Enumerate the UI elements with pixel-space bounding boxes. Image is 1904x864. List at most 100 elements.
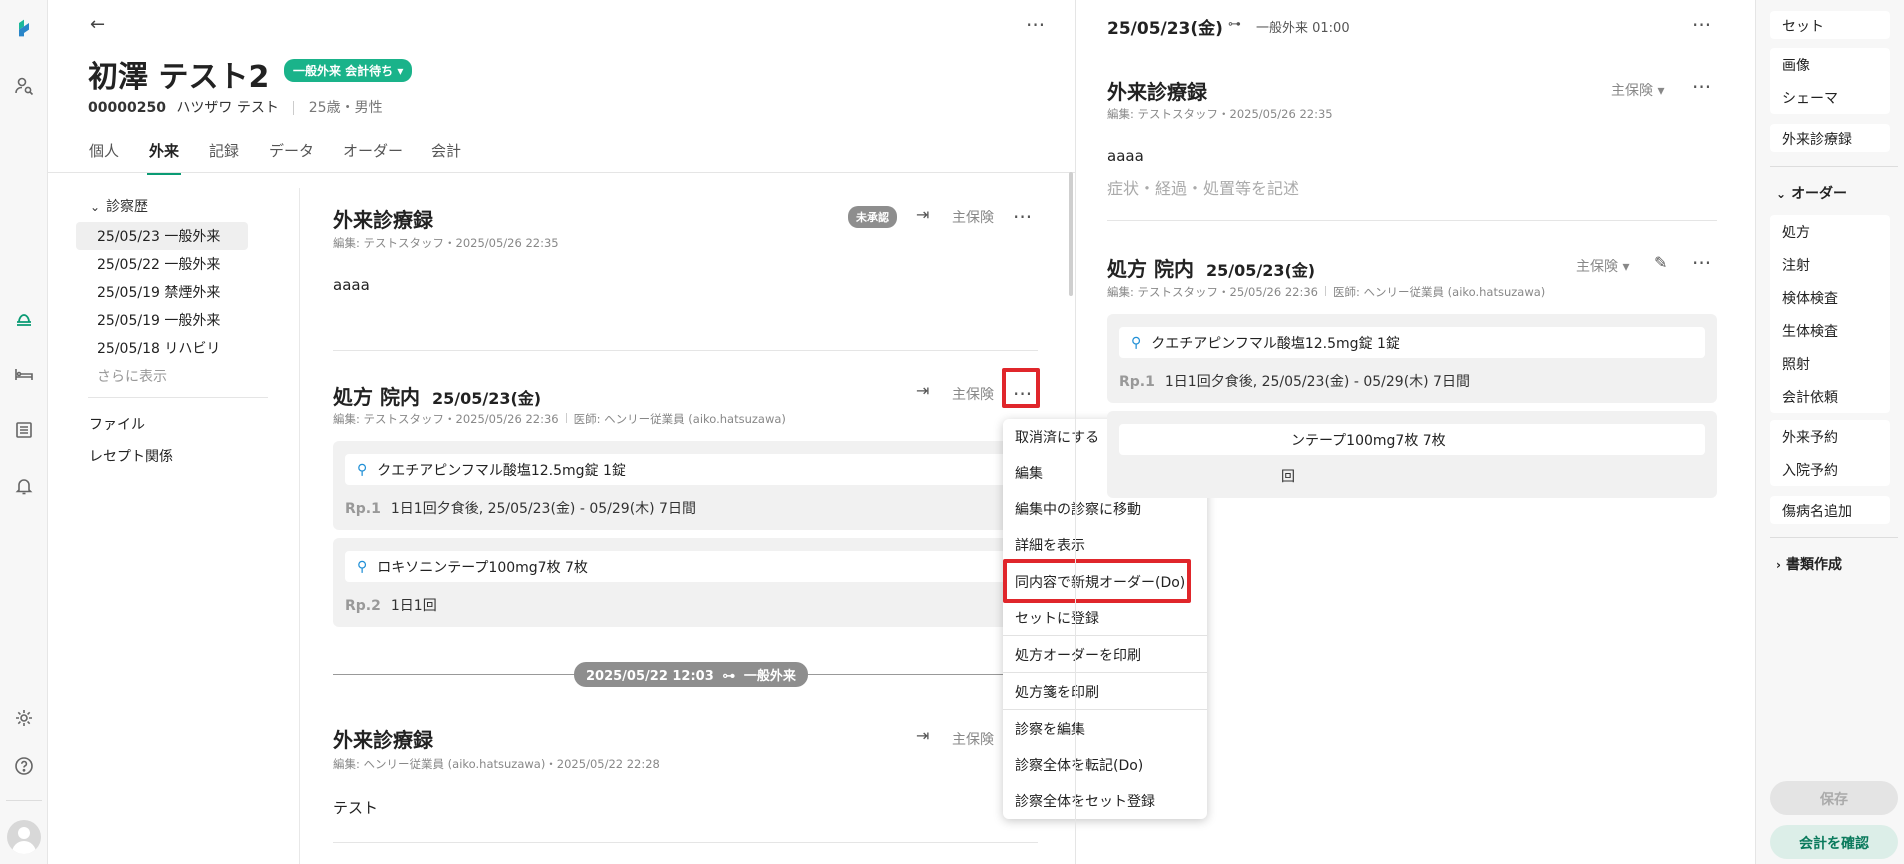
app-logo-icon[interactable] <box>12 16 36 40</box>
history-item[interactable]: 25/05/23 一般外来 <box>97 226 220 246</box>
confirm-billing-button[interactable]: 会計を確認 <box>1770 825 1898 859</box>
timeline-visit-pill[interactable]: 2025/05/22 12:03 ⊶ 一般外来 <box>574 662 808 687</box>
drug-name: ンテープ100mg7枚 7枚 <box>1291 432 1446 449</box>
drug-row[interactable]: ⚲ ロキソニンテープ100mg7枚 7枚 <box>345 551 1025 582</box>
history-item[interactable]: 25/05/19 禁煙外来 <box>97 282 220 302</box>
record1-meta: 編集: テストスタッフ・2025/05/26 22:35 <box>333 236 559 250</box>
import-icon[interactable]: ⇥ <box>916 726 929 745</box>
right-rx-more-icon[interactable]: ··· <box>1692 253 1711 273</box>
right-record-more-icon[interactable]: ··· <box>1692 77 1711 97</box>
history-item[interactable]: 25/05/22 一般外来 <box>97 254 220 274</box>
user-avatar[interactable] <box>7 820 41 854</box>
usage-line: Rp.1 1日1回夕食後, 25/05/23(金) - 05/29(木) 7日間 <box>1119 371 1470 391</box>
tool-outpatient-reservation-button[interactable]: 外来予約 <box>1770 420 1890 453</box>
save-button[interactable]: 保存 <box>1770 781 1898 815</box>
scrollbar-thumb[interactable] <box>1069 172 1073 296</box>
drug-name: ロキソニンテープ100mg7枚 7枚 <box>377 559 588 576</box>
right-visit: 一般外来 01:00 <box>1256 21 1350 36</box>
right-rx-group-1: ⚲ クエチアピンフマル酸塩12.5mg錠 1錠 Rp.1 1日1回夕食後, 25/0… <box>1107 314 1717 403</box>
drug-row[interactable]: ⚲ クエチアピンフマル酸塩12.5mg錠 1錠 <box>1119 327 1705 358</box>
outpatient-icon[interactable] <box>12 306 36 330</box>
history-title: 診察歴 <box>106 199 149 215</box>
patient-id: 00000250 <box>88 100 166 116</box>
right-record-body[interactable]: aaaa <box>1107 147 1144 165</box>
patient-kana: ハツザワ テスト <box>176 100 279 116</box>
drug-name: クエチアピンフマル酸塩12.5mg錠 1錠 <box>377 462 626 479</box>
tool-specimen-test-button[interactable]: 検体検査 <box>1770 281 1890 314</box>
order-section-title: オーダー <box>1791 186 1848 202</box>
drug-row[interactable]: ⚲ クエチアピンフマル酸塩12.5mg錠 1錠 <box>345 454 1025 485</box>
right-record-placeholder[interactable]: 症状・経過・処置等を記述 <box>1107 175 1299 199</box>
tool-irradiation-button[interactable]: 照射 <box>1770 347 1890 380</box>
right-date: 25/05/23(金) <box>1107 19 1223 39</box>
usage-line: Rp.1 1日1回夕食後, 25/05/23(金) - 05/29(木) 7日間 <box>345 498 696 518</box>
rx1-date: 25/05/23(金) <box>431 389 542 408</box>
tool-injection-button[interactable]: 注射 <box>1770 248 1890 281</box>
timeline-type: 一般外来 <box>743 669 796 684</box>
tool-image-button[interactable]: 画像 <box>1770 48 1890 81</box>
tool-add-disease-button[interactable]: 傷病名追加 <box>1770 496 1890 524</box>
import-icon[interactable]: ⇥ <box>916 205 929 224</box>
chevron-right-icon: › <box>1776 558 1781 572</box>
usage-line: Rp.2 1日1回 <box>345 595 437 615</box>
record1-insurance[interactable]: 主保険 <box>952 207 994 227</box>
tool-record-button[interactable]: 外来診療録 <box>1770 124 1890 152</box>
usage-text: 1日1回夕食後, 25/05/23(金) - 05/29(木) 7日間 <box>390 501 696 517</box>
record1-title: 外来診療録 <box>333 208 433 232</box>
tab-outpatient[interactable]: 外来 <box>146 140 182 175</box>
right-rx-insurance[interactable]: 主保険 ▾ <box>1576 256 1629 276</box>
right-more-icon[interactable]: ··· <box>1692 15 1711 35</box>
tool-prescription-button[interactable]: 処方 <box>1770 215 1890 248</box>
record1-more-icon[interactable]: ··· <box>1013 207 1032 227</box>
record2-insurance[interactable]: 主保険 <box>952 729 994 749</box>
tool-admission-reservation-button[interactable]: 入院予約 <box>1770 453 1890 486</box>
rx1-title-text: 処方 院内 <box>333 385 420 409</box>
pill-icon: ⚲ <box>1131 334 1142 351</box>
unapproved-badge: 未承認 <box>848 206 897 228</box>
history-toggle[interactable]: ⌄ 診察歴 <box>90 196 148 216</box>
usage-line: 回 <box>1281 469 1295 485</box>
rx1-insurance[interactable]: 主保険 <box>952 384 994 404</box>
right-record-insurance[interactable]: 主保険 ▾ <box>1611 80 1664 100</box>
right-rx-group-2: ンテープ100mg7枚 7枚 回 <box>1107 411 1717 498</box>
files-link[interactable]: ファイル <box>89 414 145 434</box>
help-icon[interactable] <box>12 754 36 778</box>
order-section-toggle[interactable]: ⌄ オーダー <box>1776 183 1847 203</box>
settings-icon[interactable] <box>12 706 36 730</box>
rx1-group-2: ⚲ ロキソニンテープ100mg7枚 7枚 Rp.2 1日1回 <box>333 538 1038 627</box>
tool-physiological-test-button[interactable]: 生体検査 <box>1770 314 1890 347</box>
tab-records[interactable]: 記録 <box>209 140 239 161</box>
patient-status-badge[interactable]: 一般外来 会計待ち ▾ <box>284 59 413 82</box>
pencil-icon[interactable]: ✎ <box>1654 253 1667 272</box>
record2-body: テスト <box>333 799 379 817</box>
tool-set-button[interactable]: セット <box>1770 11 1890 39</box>
tab-orders[interactable]: オーダー <box>343 140 403 161</box>
more-options-icon[interactable]: ··· <box>1026 15 1045 35</box>
list-icon[interactable] <box>12 418 36 442</box>
right-rx-editor: 編集: テストスタッフ・25/05/26 22:36 <box>1107 285 1318 299</box>
rx1-title: 処方 院内 25/05/23(金) <box>333 381 541 410</box>
tool-schema-button[interactable]: シェーマ <box>1770 81 1890 114</box>
tool-group-reservations: 外来予約 入院予約 <box>1770 420 1890 486</box>
history-item[interactable]: 25/05/19 一般外来 <box>97 310 220 330</box>
show-more-link[interactable]: さらに表示 <box>97 366 167 386</box>
tool-billing-request-button[interactable]: 会計依頼 <box>1770 380 1890 413</box>
patient-age-sex: 25歳・男性 <box>308 100 383 116</box>
receipt-link[interactable]: レセプト関係 <box>89 446 173 466</box>
usage-text: 1日1回夕食後, 25/05/23(金) - 05/29(木) 7日間 <box>1164 374 1470 390</box>
tab-billing[interactable]: 会計 <box>431 140 461 161</box>
drug-row[interactable]: ンテープ100mg7枚 7枚 <box>1119 424 1705 455</box>
history-item[interactable]: 25/05/18 リハビリ <box>97 338 220 358</box>
menu-item-edit[interactable]: 編集 <box>1015 463 1043 483</box>
tab-data[interactable]: データ <box>269 140 314 161</box>
docs-section-toggle[interactable]: › 書類作成 <box>1776 554 1842 574</box>
tab-personal[interactable]: 個人 <box>89 140 119 161</box>
right-rx-meta: 編集: テストスタッフ・25/05/26 22:36 医師: ヘンリー従業員 (a… <box>1107 284 1545 300</box>
back-arrow-icon[interactable]: ← <box>90 14 105 35</box>
patient-name: 初澤 テスト2 <box>88 60 270 95</box>
bell-icon[interactable] <box>12 474 36 498</box>
import-icon[interactable]: ⇥ <box>916 381 929 400</box>
global-nav-rail <box>0 0 48 864</box>
bed-icon[interactable] <box>12 362 36 386</box>
patient-search-icon[interactable] <box>12 74 36 98</box>
